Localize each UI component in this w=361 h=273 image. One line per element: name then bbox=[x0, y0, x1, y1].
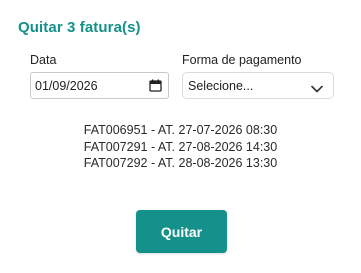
pay-button[interactable]: Quitar bbox=[136, 210, 227, 253]
date-input[interactable]: 01/09/2026 bbox=[30, 72, 169, 99]
date-value: 01/09/2026 bbox=[35, 78, 98, 93]
invoice-item: FAT006951 - AT. 27-07-2026 08:30 bbox=[83, 123, 278, 137]
invoice-item: FAT007292 - AT. 28-08-2026 13:30 bbox=[83, 156, 278, 170]
date-label: Data bbox=[30, 53, 57, 67]
invoice-item: FAT007291 - AT. 27-08-2026 14:30 bbox=[83, 139, 278, 154]
payment-method-select[interactable]: Selecione... bbox=[182, 72, 334, 99]
chevron-down-icon bbox=[311, 82, 323, 92]
payment-method-label: Forma de pagamento bbox=[182, 53, 302, 67]
pay-invoices-dialog: Quitar 3 fatura(s) Data 01/09/2026 Forma… bbox=[0, 0, 361, 273]
dialog-title: Quitar 3 fatura(s) bbox=[18, 19, 141, 36]
invoice-list: FAT006951 - AT. 27-07-2026 08:30 FAT0072… bbox=[0, 122, 361, 172]
calendar-icon[interactable] bbox=[149, 79, 162, 92]
payment-method-value: Selecione... bbox=[188, 78, 254, 93]
